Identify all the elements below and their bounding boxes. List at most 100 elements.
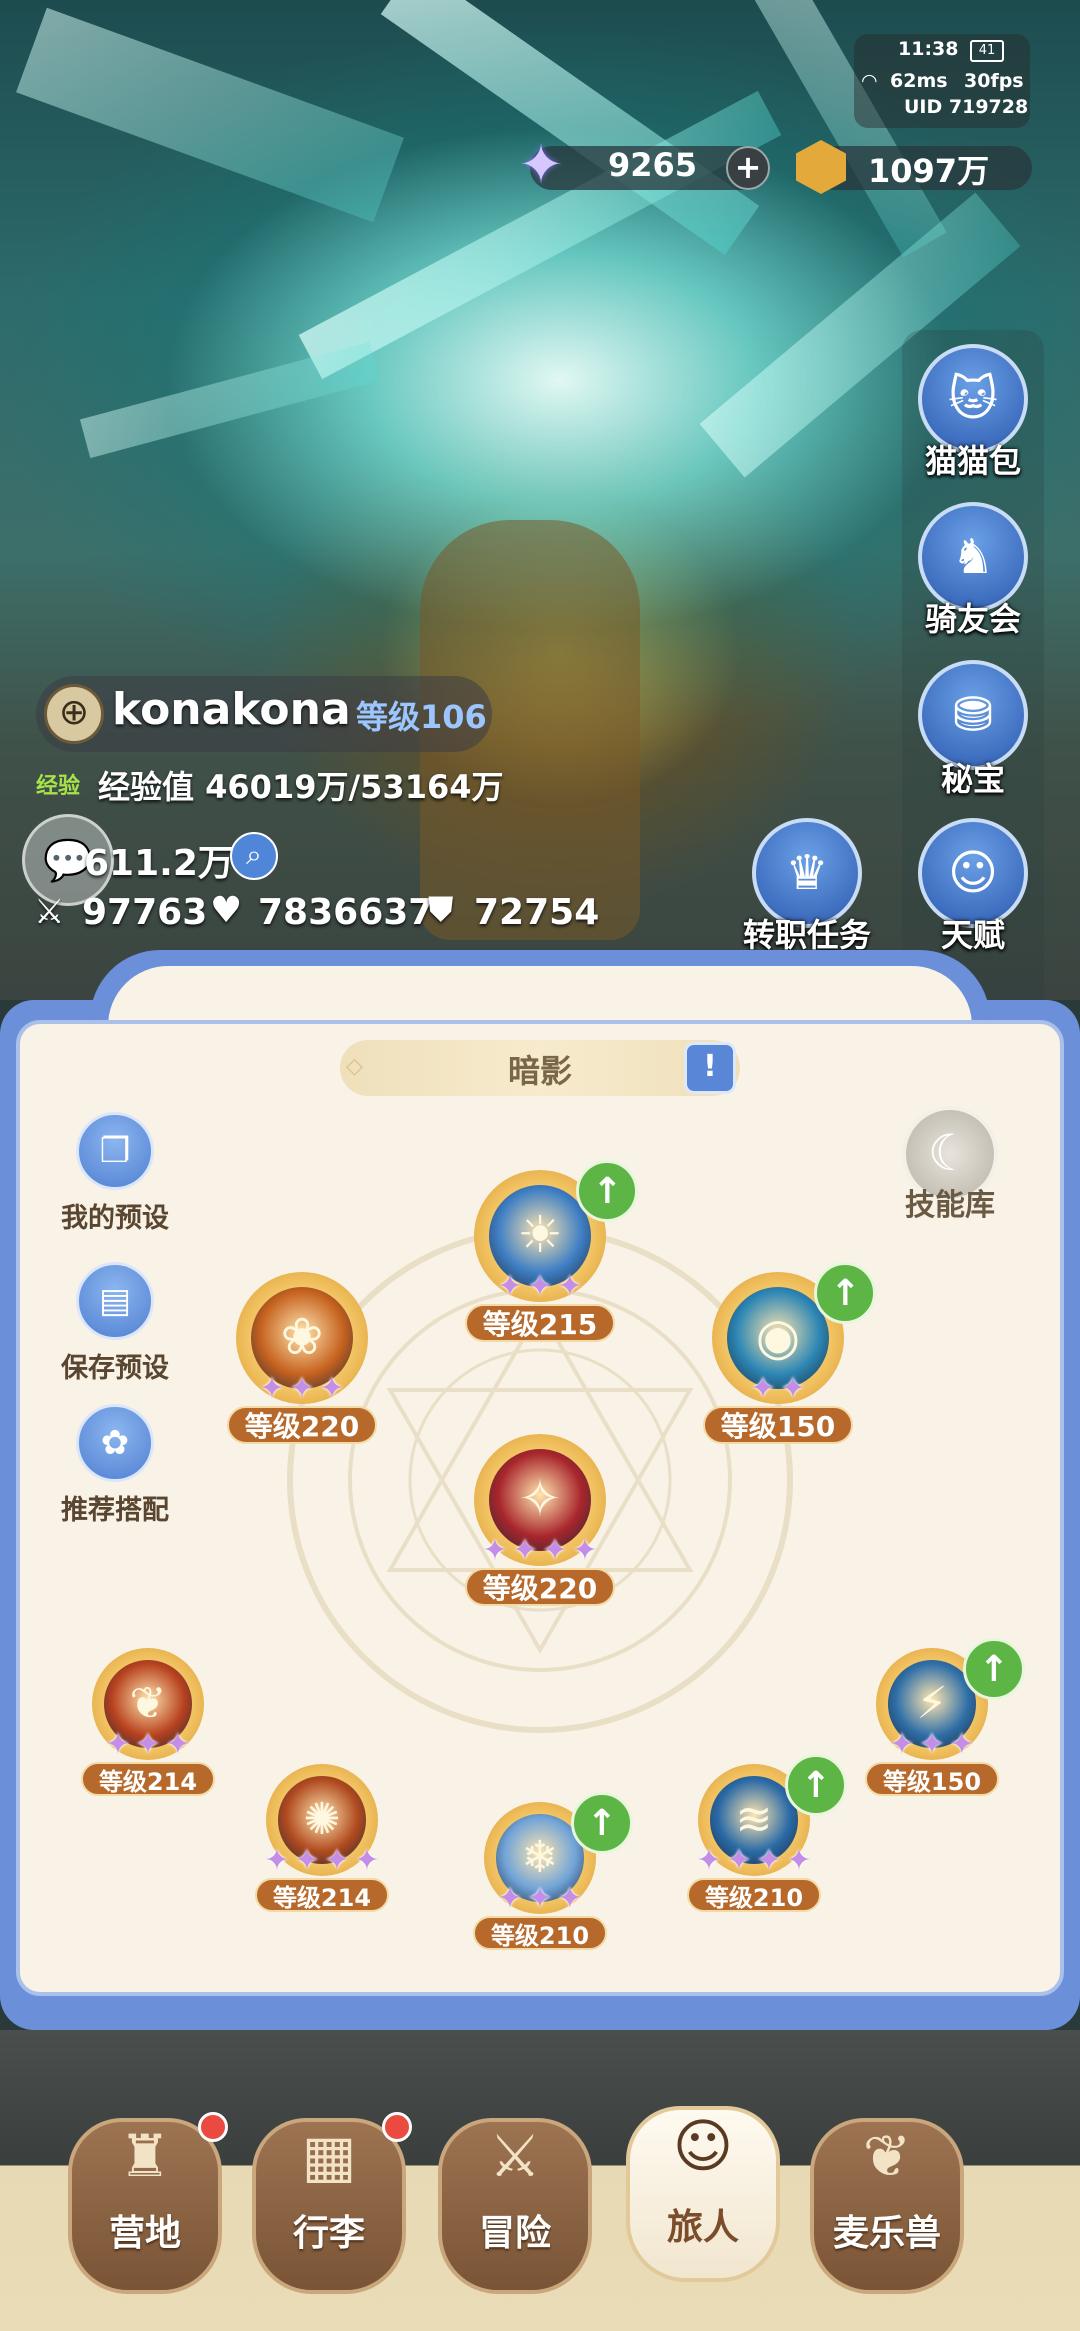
star-icon: ✦ xyxy=(264,1843,290,1878)
star-icon: ✦ xyxy=(482,1533,508,1568)
skill-level-tag: 等级210 xyxy=(687,1878,821,1912)
star-icon: ✦ xyxy=(696,1843,722,1878)
star-icon: ✦ xyxy=(572,1533,598,1568)
uid-text: UID 719728 xyxy=(904,96,1029,118)
treasure-label: 秘宝 xyxy=(940,760,1005,798)
skill-stars: ✦ ✦ ✦ xyxy=(887,1730,977,1760)
fps-text: 30fps xyxy=(964,70,1024,92)
save-icon: ▤ xyxy=(98,1281,132,1321)
star-icon: ✦ xyxy=(512,1533,538,1568)
skill-level-tag: 等级215 xyxy=(465,1304,615,1342)
notification-badge xyxy=(382,2112,412,2142)
info-book-button[interactable]: ! xyxy=(684,1042,736,1094)
add-gems-button[interactable]: + xyxy=(726,146,770,190)
skill-level-tag: 等级214 xyxy=(255,1878,389,1912)
star-icon: ✦ xyxy=(354,1843,380,1878)
upgrade-arrow-icon[interactable]: ↑ xyxy=(962,1638,1025,1700)
defense-value: 72754 xyxy=(474,892,600,933)
player-emblem-icon[interactable]: ⊕ xyxy=(44,684,104,744)
star-icon: ✦ xyxy=(750,1371,776,1406)
gem-count: 9265 xyxy=(608,146,698,184)
upgrade-arrow-icon[interactable]: ↑ xyxy=(576,1160,639,1222)
upgrade-arrow-icon[interactable]: ↑ xyxy=(814,1262,877,1324)
moon-icon: ☾ xyxy=(927,1124,973,1182)
skill-stars: ✦ ✦ ✦ xyxy=(257,1374,347,1404)
skill-level-tag: 等级220 xyxy=(227,1406,377,1444)
star-icon: ✦ xyxy=(889,1727,915,1762)
star-icon: ✦ xyxy=(165,1727,191,1762)
tab-title: 暗影 xyxy=(507,1052,572,1090)
star-icon: ✦ xyxy=(726,1843,752,1878)
horse-icon: ♞ xyxy=(951,529,995,585)
skill-stars: ✦ ✦ ✦ xyxy=(495,1272,585,1302)
attack-value: 97763 xyxy=(82,892,208,933)
gold-count: 1097万 xyxy=(868,152,990,190)
crown-icon: ♛ xyxy=(785,845,829,901)
recommend-icon: ✿ xyxy=(100,1423,130,1463)
nav-label: 营地 xyxy=(108,2213,181,2254)
skill-level-tag: 等级214 xyxy=(81,1762,215,1796)
exp-text: 经验值 46019万/53164万 xyxy=(98,768,504,806)
power-value: 611.2万 xyxy=(84,843,234,884)
battery-icon: 41 xyxy=(970,40,1004,62)
crossed-swords-icon: ⚔ xyxy=(489,2122,541,2190)
star-icon: ✦ xyxy=(527,1269,553,1304)
talent-label: 天赋 xyxy=(940,916,1005,954)
star-icon: ✦ xyxy=(919,1727,945,1762)
cat-bag-label: 猫猫包 xyxy=(924,442,1021,480)
rider-club-label: 骑友会 xyxy=(924,600,1021,638)
heart-icon: ♥ xyxy=(210,890,243,931)
my-preset-button[interactable]: ❐ xyxy=(76,1112,154,1190)
nav-label: 旅人 xyxy=(666,2207,739,2248)
star-icon: ✦ xyxy=(135,1727,161,1762)
skill-level-tag: 等级220 xyxy=(465,1568,615,1606)
star-icon: ✦ xyxy=(105,1727,131,1762)
gem-star-icon: ✦ xyxy=(518,133,564,196)
wifi-icon: ◠ xyxy=(862,70,877,92)
skill-stars: ✦ ✦ ✦ ✦ xyxy=(480,1536,600,1566)
treasure-chest-icon: ⛃ xyxy=(952,687,994,743)
skill-stars: ✦ ✦ ✦ ✦ xyxy=(694,1846,814,1876)
shield-icon: ⛊ xyxy=(428,890,454,930)
skill-stars: ✦ ✦ ✦ xyxy=(103,1730,193,1760)
notification-badge xyxy=(198,2112,228,2142)
hp-value: 7836637 xyxy=(258,892,434,933)
player-name: konakona xyxy=(112,684,351,735)
search-power-button[interactable]: ⌕ xyxy=(230,832,278,880)
book-icon: ! xyxy=(703,1049,717,1084)
star-icon: ✦ xyxy=(289,1371,315,1406)
skill-stars: ✦ ✦ xyxy=(748,1374,808,1404)
star-icon: ✦ xyxy=(324,1843,350,1878)
star-icon: ✦ xyxy=(786,1843,812,1878)
attack-icon: ⚔ xyxy=(34,892,65,932)
skill-stars: ✦ ✦ ✦ ✦ xyxy=(262,1846,382,1876)
save-preset-button[interactable]: ▤ xyxy=(76,1262,154,1340)
nav-label: 行李 xyxy=(292,2213,365,2254)
star-icon: ✦ xyxy=(557,1881,583,1916)
skill-level-tag: 等级150 xyxy=(865,1762,999,1796)
star-icon: ✦ xyxy=(780,1371,806,1406)
recommend-label: 推荐搭配 xyxy=(61,1495,169,1526)
exp-badge: 经验 xyxy=(36,774,81,799)
fox-icon: ❦ xyxy=(862,2122,912,2190)
magnifier-icon: ⌕ xyxy=(246,838,262,871)
nav-label: 麦乐兽 xyxy=(832,2213,941,2254)
recommend-button[interactable]: ✿ xyxy=(76,1404,154,1482)
my-preset-label: 我的预设 xyxy=(61,1203,169,1234)
nav-label: 冒险 xyxy=(478,2213,551,2254)
cat-bag-icon: 🐱 xyxy=(947,371,999,427)
skill-library-label: 技能库 xyxy=(905,1188,995,1223)
star-icon: ✦ xyxy=(949,1727,975,1762)
ping-text: 62ms xyxy=(890,70,948,92)
player-level: 等级106 xyxy=(356,698,487,736)
upgrade-arrow-icon[interactable]: ↑ xyxy=(570,1792,633,1854)
skill-stars: ✦ ✦ ✦ xyxy=(495,1884,585,1914)
clock-text: 11:38 xyxy=(898,38,959,60)
star-icon: ✦ xyxy=(259,1371,285,1406)
star-icon: ✦ xyxy=(497,1269,523,1304)
star-icon: ✦ xyxy=(756,1843,782,1878)
star-icon: ✦ xyxy=(294,1843,320,1878)
preset-cards-icon: ❐ xyxy=(99,1131,131,1171)
star-icon: ✦ xyxy=(527,1881,553,1916)
upgrade-arrow-icon[interactable]: ↑ xyxy=(784,1754,847,1816)
